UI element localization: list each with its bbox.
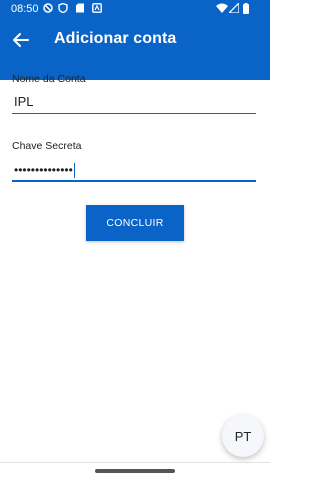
language-label: PT [234, 428, 252, 444]
do-not-disturb-icon [43, 3, 53, 13]
language-button[interactable]: PT [222, 415, 264, 457]
account-name-field[interactable] [12, 89, 260, 113]
sim-card-icon [76, 3, 84, 13]
secret-key-field[interactable]: •••••••••••••• [12, 158, 260, 182]
status-bar: 08:50 [0, 0, 270, 18]
shield-icon [58, 3, 68, 13]
page-title: Adicionar conta [54, 30, 177, 47]
signal-icon [229, 3, 239, 13]
gesture-handle[interactable] [95, 469, 175, 473]
status-time: 08:50 [11, 3, 39, 15]
toolbar: Adicionar conta [0, 18, 270, 62]
account-name-label: Nome da Conta [12, 73, 86, 85]
text-cursor [73, 163, 76, 179]
secret-key-underline [12, 180, 256, 182]
account-name-underline [12, 113, 256, 114]
secret-key-value: •••••••••••••• [14, 163, 73, 177]
submit-button[interactable]: CONCLUIR [86, 205, 184, 241]
app-bar: 08:50 Adicionar conta [0, 0, 270, 80]
nav-bar-divider [0, 462, 270, 463]
notification-icon [92, 3, 102, 13]
secret-key-label: Chave Secreta [12, 140, 82, 152]
battery-icon [243, 3, 249, 14]
wifi-icon [216, 3, 228, 13]
back-arrow-icon[interactable] [10, 29, 32, 51]
